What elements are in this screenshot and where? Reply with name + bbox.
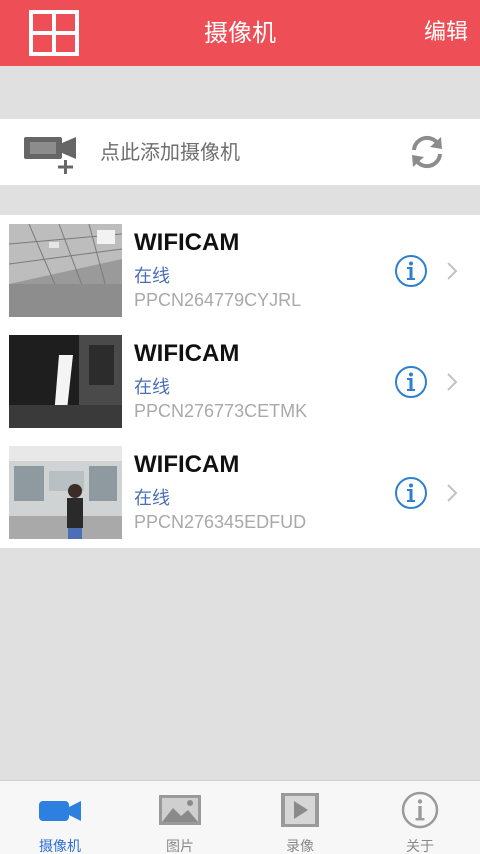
chevron-right-icon [447,373,458,391]
tab-label: 图片 [166,839,194,854]
camera-status: 在线 [134,266,170,287]
camera-name: WIFICAM [134,229,240,256]
top-nav-bar: 摄像机 编辑 [0,0,480,66]
add-camera-row[interactable]: 点此添加摄像机 [0,119,480,185]
camera-thumbnail [9,224,122,317]
camera-uid: PPCN264779CYJRL [134,290,302,310]
tab-label: 关于 [406,839,434,854]
camera-list-item[interactable]: WIFICAM 在线 PPCN276345EDFUD [0,437,480,548]
chevron-right-icon [447,484,458,502]
video-play-icon [281,793,319,827]
tab-pictures[interactable]: 图片 [120,781,240,854]
refresh-icon[interactable] [408,133,446,171]
info-icon [401,791,439,829]
video-camera-icon [39,801,81,821]
camera-name: WIFICAM [134,340,240,367]
camera-uid: PPCN276773CETMK [134,401,308,421]
tab-about[interactable]: 关于 [360,781,480,854]
camera-list: WIFICAM 在线 PPCN264779CYJRL WIFICAM 在线 PP… [0,215,480,548]
camera-name: WIFICAM [134,451,240,478]
camera-list-item[interactable]: WIFICAM 在线 PPCN264779CYJRL [0,215,480,326]
tab-cameras[interactable]: 摄像机 [0,781,120,854]
page-title: 摄像机 [204,19,276,47]
picture-icon [159,795,201,825]
camera-status: 在线 [134,377,170,398]
tab-label: 摄像机 [39,839,81,854]
info-icon[interactable] [394,254,428,288]
add-camera-label: 点此添加摄像机 [100,140,240,164]
camera-list-item[interactable]: WIFICAM 在线 PPCN276773CETMK [0,326,480,437]
edit-button[interactable]: 编辑 [424,0,468,66]
add-camera-icon [24,137,76,174]
camera-thumbnail [9,335,122,428]
camera-uid: PPCN276345EDFUD [134,512,307,532]
info-icon[interactable] [394,476,428,510]
tab-label: 录像 [286,839,314,854]
info-icon[interactable] [394,365,428,399]
chevron-right-icon [447,262,458,280]
camera-status: 在线 [134,488,170,509]
bottom-tab-bar: 摄像机 图片 录像 关于 [0,780,480,854]
tab-recordings[interactable]: 录像 [240,781,360,854]
camera-thumbnail [9,446,122,539]
